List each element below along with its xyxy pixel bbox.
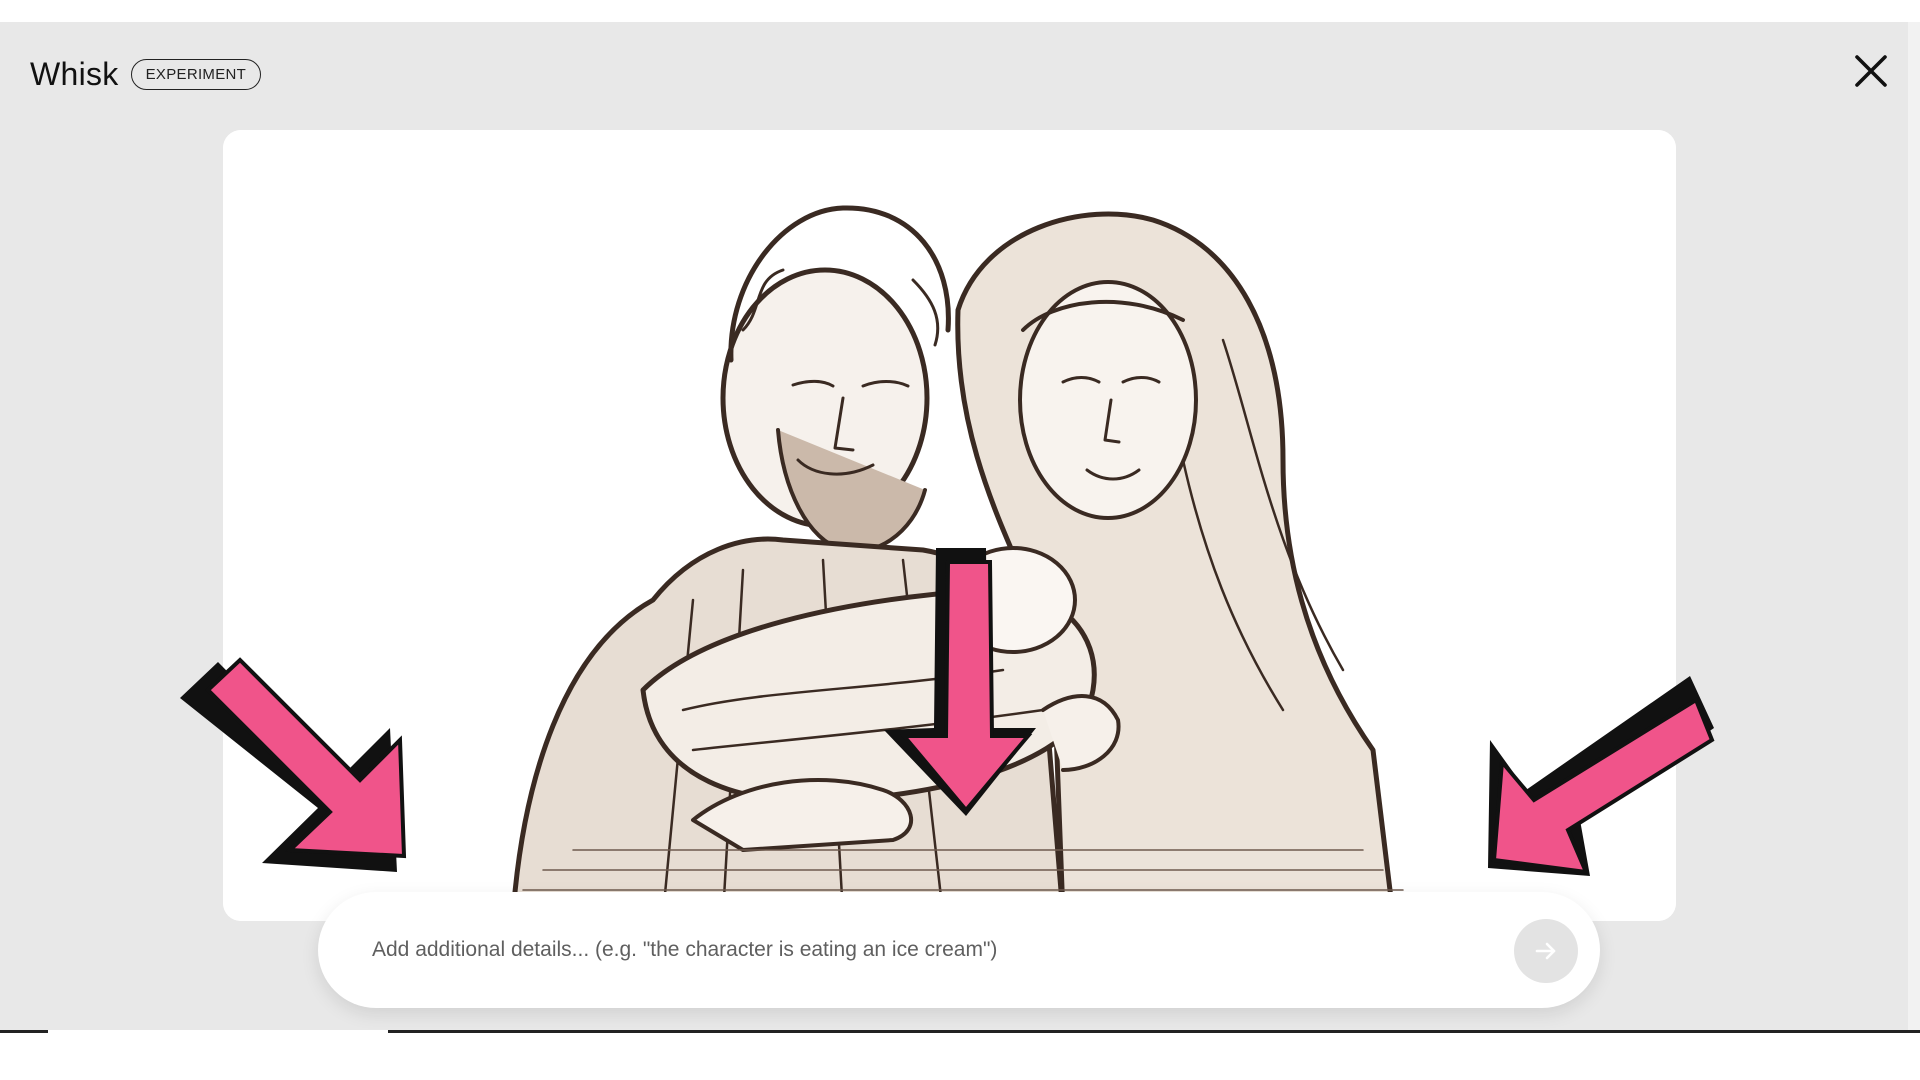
prompt-bar [318, 892, 1600, 1008]
experiment-badge: EXPERIMENT [130, 59, 262, 90]
arrow-right-icon [1535, 942, 1556, 960]
prompt-input[interactable] [370, 926, 1454, 974]
generated-image [223, 130, 1676, 921]
close-button[interactable] [1848, 48, 1894, 94]
scrollbar-track[interactable] [1908, 22, 1920, 1032]
app-title: Whisk [30, 56, 119, 92]
bottom-divider [0, 1030, 1920, 1033]
close-icon [1855, 55, 1887, 87]
page: Whisk EXPERIMENT [0, 0, 1920, 1080]
dialog-header: Whisk EXPERIMENT [30, 56, 262, 93]
generated-image-card[interactable] [223, 130, 1676, 921]
submit-button[interactable] [1514, 919, 1578, 983]
